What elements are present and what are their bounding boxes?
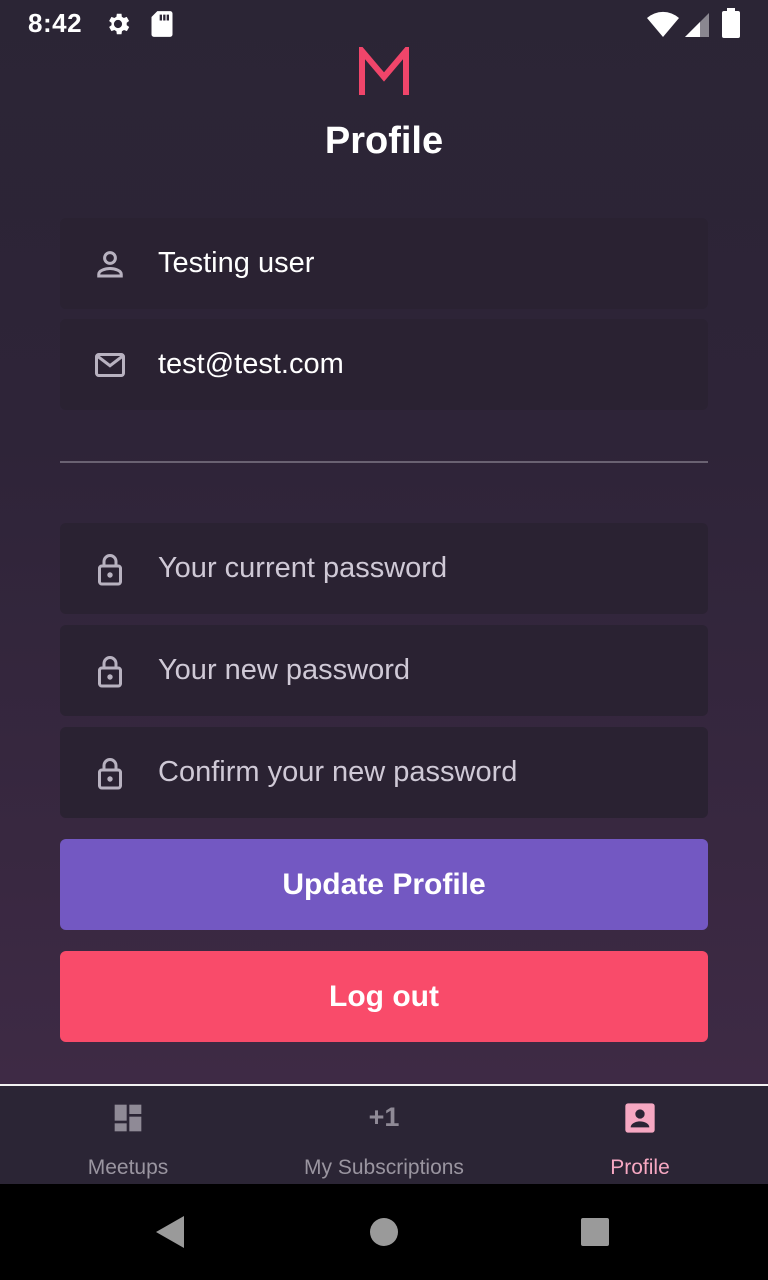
email-value: test@test.com [158,348,344,380]
name-value: Testing user [158,247,315,279]
system-navigation-bar [0,1184,768,1280]
current-password-placeholder: Your current password [158,552,448,584]
cell-signal-icon [685,13,709,37]
nav-label-meetups: Meetups [87,1156,169,1179]
plus-one-icon: +1 [368,1102,400,1132]
wifi-icon [647,11,679,38]
status-bar: 8:42 [0,0,768,48]
section-divider [60,461,708,463]
new-password-placeholder: Your new password [158,654,411,686]
sd-card-icon [151,11,173,37]
dashboard-icon [114,1104,142,1132]
confirm-password-placeholder: Confirm your new password [158,756,518,788]
email-field[interactable]: test@test.com [60,319,708,410]
profile-card-icon [625,1103,655,1133]
app-screen: 8:42 Profile Testing user test@test.com … [0,0,768,1084]
page-title: Profile [324,120,444,162]
nav-item-my-subscriptions[interactable]: +1 My Subscriptions [256,1086,512,1186]
new-password-field[interactable]: Your new password [60,625,708,716]
home-icon[interactable] [369,1217,399,1247]
nav-item-profile[interactable]: Profile [512,1086,768,1186]
app-logo-icon [359,47,409,95]
nav-item-meetups[interactable]: Meetups [0,1086,256,1186]
status-time: 8:42 [28,8,83,38]
current-password-field[interactable]: Your current password [60,523,708,614]
logout-button[interactable]: Log out [60,951,708,1042]
recents-icon[interactable] [580,1217,610,1247]
lock-icon [98,554,122,586]
lock-icon [98,656,122,688]
back-icon[interactable] [154,1215,186,1249]
nav-label-my-subscriptions: My Subscriptions [304,1156,464,1179]
mail-icon [95,353,125,377]
bottom-navigation: Meetups +1 My Subscriptions Profile [0,1084,768,1184]
nav-label-profile: Profile [610,1156,670,1179]
person-icon [97,251,123,278]
name-field[interactable]: Testing user [60,218,708,309]
settings-gear-icon [109,13,130,35]
update-profile-button[interactable]: Update Profile [60,839,708,930]
lock-icon [98,758,122,790]
battery-icon [722,8,740,38]
confirm-password-field[interactable]: Confirm your new password [60,727,708,818]
